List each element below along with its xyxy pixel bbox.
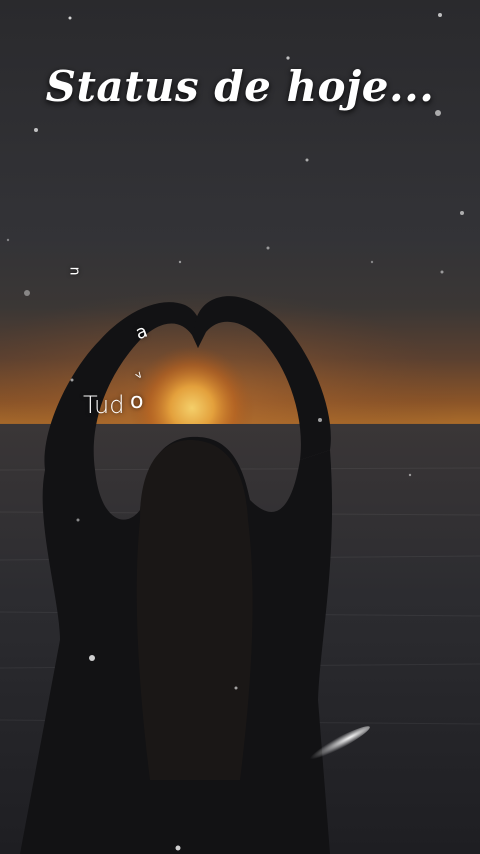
sunset-heart-photo bbox=[0, 0, 480, 854]
lyric-letter-u: u bbox=[66, 266, 83, 276]
status-title: Status de hoje... bbox=[45, 62, 435, 111]
hair bbox=[136, 440, 253, 780]
lyric-word: Tud bbox=[83, 391, 125, 419]
video-frame: Status de hoje... u a v Tud o bbox=[0, 0, 480, 854]
lyric-letter-o: o bbox=[130, 389, 144, 414]
